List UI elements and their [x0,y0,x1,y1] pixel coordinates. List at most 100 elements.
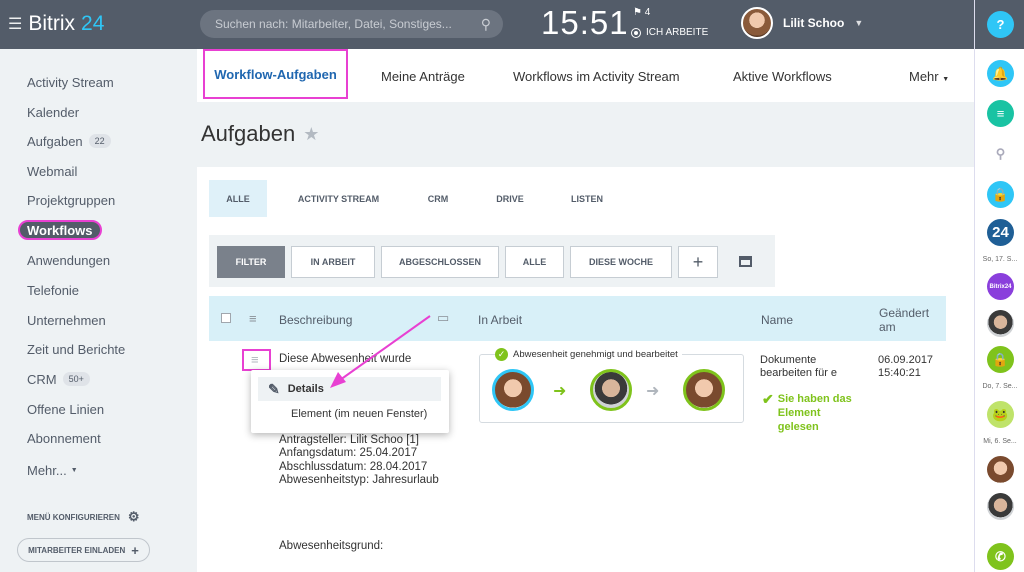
row-menu-button[interactable]: ≡ [242,349,271,371]
check-icon: ✔ [762,391,774,407]
bell-icon[interactable]: 🔔 [987,60,1014,87]
chevron-down-icon: ▼ [854,18,864,28]
row-description-details: Antragsteller: Lilit Schoo [1] Anfangsda… [279,434,439,486]
date-caption: Mi, 6. Se... [983,438,1017,445]
avatar[interactable] [590,369,632,411]
sidebar-item-label: CRM [27,371,57,387]
sidebar-item-activity-stream[interactable]: Activity Stream [27,72,114,92]
logo[interactable]: ☰ Bitrix 24 [8,12,104,36]
user-avatar-icon[interactable] [987,456,1014,483]
sidebar-item-unternehmen[interactable]: Unternehmen [27,310,106,330]
search-icon[interactable]: ⚲ [481,16,491,33]
chat-icon[interactable]: ≡ [987,100,1014,127]
avatar[interactable] [741,7,773,39]
search-input[interactable]: Suchen nach: Mitarbeiter, Datei, Sonstig… [200,10,503,38]
menu-icon[interactable]: ☰ [8,14,22,34]
col-geaendert[interactable]: Geändert am [879,306,939,334]
plus-icon: + [131,542,139,558]
user-avatar-icon[interactable] [987,310,1014,337]
chevron-down-icon: ▼ [942,76,950,83]
workflow-tabs: Workflow-Aufgaben Meine Anträge Workflow… [197,49,974,102]
filter-tab-crm[interactable]: CRM [412,180,464,217]
search-icon[interactable]: ⚲ [987,140,1014,167]
filter-alle[interactable]: ALLE [505,246,564,278]
filter-tab-drive[interactable]: DRIVE [483,180,537,217]
logo-text: Bitrix [28,12,76,35]
tab-meine-antraege[interactable]: Meine Anträge [381,69,465,84]
clock[interactable]: 15:51 [541,4,629,42]
menu-icon: ≡ [251,352,259,367]
user-avatar-icon[interactable] [987,493,1014,520]
window-icon[interactable] [739,256,752,267]
select-all-checkbox[interactable] [221,313,231,323]
row-date-value: 06.09.2017 [878,354,934,366]
sidebar-item-projektgruppen[interactable]: Projektgruppen [27,190,115,210]
search-placeholder: Suchen nach: Mitarbeiter, Datei, Sonstig… [215,17,452,31]
sidebar-item-telefonie[interactable]: Telefonie [27,280,79,300]
tab-workflows-activity-stream[interactable]: Workflows im Activity Stream [513,69,680,84]
filter-abgeschlossen[interactable]: ABGESCHLOSSEN [381,246,499,278]
filter-tab-listen[interactable]: LISTEN [560,180,614,217]
filter-tab-alle[interactable]: ALLE [209,180,267,217]
tab-workflow-aufgaben[interactable]: Workflow-Aufgaben [203,49,348,99]
tab-more-label: Mehr [909,69,939,84]
date-caption: So, 17. S... [982,256,1018,263]
sidebar-item-more[interactable]: Mehr... ▼ [27,460,78,480]
read-status: ✔ Sie haben das Element gelesen [762,392,862,434]
sidebar-item-workflows[interactable]: Workflows [18,220,102,240]
sidebar-item-kalender[interactable]: Kalender [27,102,79,122]
filter-button[interactable]: FILTER [217,246,285,278]
filter-diese-woche[interactable]: DIESE WOCHE [570,246,672,278]
work-status-label: ICH ARBEITE [646,27,709,38]
edit-icon: ✎ [268,380,280,397]
help-icon[interactable]: ? [987,11,1014,38]
filter-in-arbeit[interactable]: IN ARBEIT [291,246,375,278]
sidebar-item-label: Mehr... [27,462,67,478]
count-badge: 50+ [62,372,90,386]
phone-icon[interactable]: ✆ [987,543,1014,570]
menu-configure-label: MENÜ KONFIGURIEREN [27,512,120,522]
row-description-reason: Abwesenheitsgrund: [279,540,384,552]
bitrix-tile-icon[interactable]: Bitrix24 [987,273,1014,300]
sidebar-item-webmail[interactable]: Webmail [27,161,77,181]
row-description: Diese Abwesenheit wurde [279,353,412,365]
sidebar-item-label: Aufgaben [27,133,83,149]
top-header: ☰ Bitrix 24 Suchen nach: Mitarbeiter, Da… [0,0,974,49]
comment-icon: ▭ [437,310,450,325]
col-beschreibung[interactable]: Beschreibung [279,313,352,327]
col-in-arbeit[interactable]: In Arbeit [478,313,522,327]
tab-more[interactable]: Mehr ▼ [909,69,949,84]
lock-icon[interactable]: 🔒 [987,181,1014,208]
frog-avatar-icon[interactable]: 🐸 [987,401,1014,428]
work-status[interactable]: ICH ARBEITE [631,27,708,38]
menu-configure[interactable]: MENÜ KONFIGURIEREN ⚙ [27,509,140,525]
avatar[interactable] [683,369,725,411]
check-icon: ✓ [495,348,508,361]
sidebar-item-aufgaben[interactable]: Aufgaben 22 [27,131,111,151]
arrow-right-icon: ➜ [646,383,660,400]
arrow-right-icon: ➜ [553,383,567,400]
sidebar-item-anwendungen[interactable]: Anwendungen [27,250,110,270]
sidebar-item-crm[interactable]: CRM 50+ [27,369,90,389]
menu-item-new-window[interactable]: Element (im neuen Fenster) [291,408,427,420]
b24-icon[interactable]: 24 [987,219,1014,246]
tab-aktive-workflows[interactable]: Aktive Workflows [733,69,832,84]
flag-counter[interactable]: ⚑ 4 [633,7,650,18]
lock-icon[interactable]: 🔒 [987,346,1014,373]
invite-label: MITARBEITER EINLADEN [28,545,126,555]
sidebar-item-offene-linien[interactable]: Offene Linien [27,399,104,419]
avatar[interactable] [492,369,534,411]
column-menu-icon[interactable]: ≡ [249,311,257,326]
menu-item-details[interactable]: ✎ Details [258,377,441,401]
user-menu[interactable]: Lilit Schoo ▼ [741,7,863,39]
row-name[interactable]: Dokumente bearbeiten für e [760,354,840,380]
right-bar: ? 🔔 ≡ ⚲ 🔒 24 So, 17. S... Bitrix24 🔒 Do,… [974,0,1024,572]
star-icon[interactable]: ★ [303,124,319,145]
date-caption: Do, 7. Se... [982,383,1018,390]
col-name[interactable]: Name [761,313,793,327]
filter-tab-activity-stream[interactable]: ACTIVITY STREAM [287,180,390,217]
add-filter-button[interactable]: + [678,246,718,278]
invite-button[interactable]: MITARBEITER EINLADEN + [17,538,150,562]
sidebar-item-zeit-berichte[interactable]: Zeit und Berichte [27,339,125,359]
sidebar-item-abonnement[interactable]: Abonnement [27,428,101,448]
